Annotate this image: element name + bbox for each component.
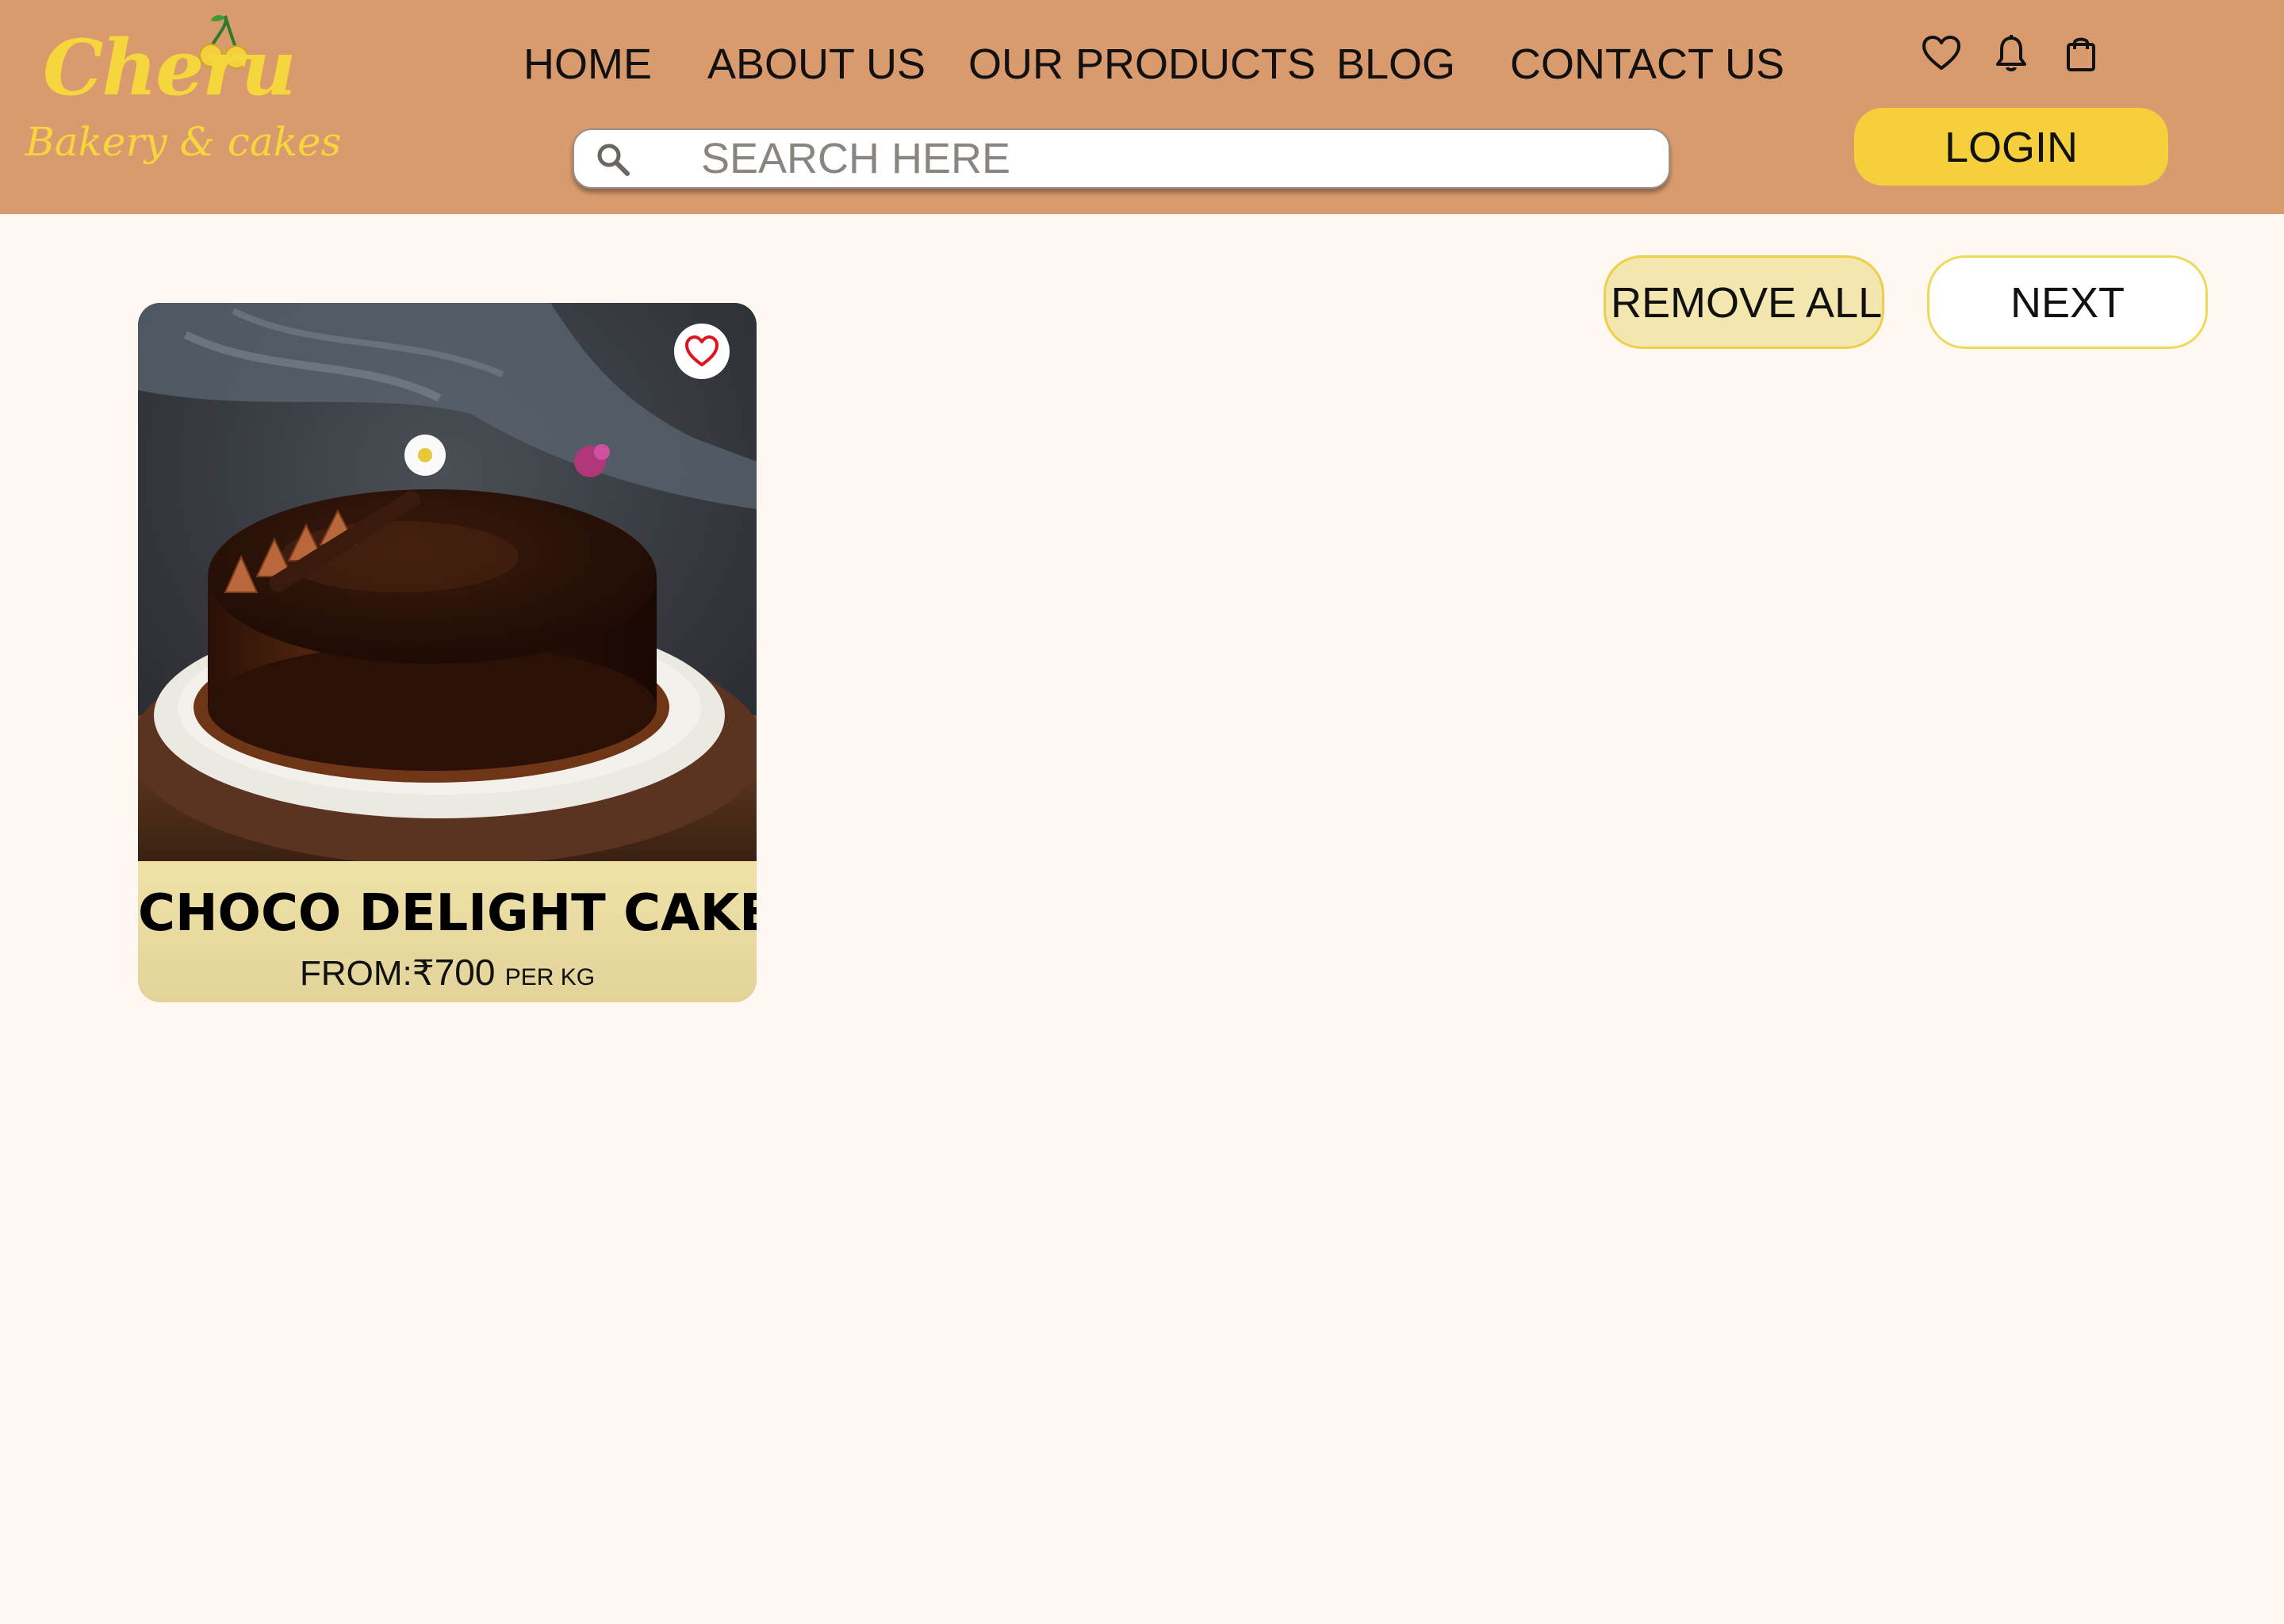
product-title: CHOCO DELIGHT CAKE bbox=[138, 884, 757, 943]
shopping-bag-icon[interactable] bbox=[2060, 33, 2102, 75]
nav-home[interactable]: HOME bbox=[523, 36, 652, 92]
search-input[interactable] bbox=[701, 135, 1637, 182]
product-info: CHOCO DELIGHT CAKE FROM:₹700 PER KG bbox=[138, 861, 757, 1002]
nav-our-products[interactable]: OUR PRODUCTS bbox=[968, 36, 1316, 92]
heart-filled-icon bbox=[685, 335, 719, 366]
product-image bbox=[138, 303, 757, 861]
product-price: FROM:₹700 PER KG bbox=[138, 950, 757, 1000]
price-amount: 700 bbox=[434, 952, 496, 993]
price-unit: PER KG bbox=[504, 964, 596, 990]
brand-name: Cheru bbox=[43, 23, 297, 113]
bell-icon[interactable] bbox=[1991, 33, 2032, 75]
heart-icon[interactable] bbox=[1921, 33, 1962, 75]
price-prefix: FROM: bbox=[299, 954, 412, 993]
product-card[interactable]: CHOCO DELIGHT CAKE FROM:₹700 PER KG bbox=[138, 303, 757, 1002]
nav-blog[interactable]: BLOG bbox=[1336, 36, 1455, 92]
brand-logo[interactable]: Cheru Bakery & cakes bbox=[21, 11, 341, 193]
nav-about-us[interactable]: ABOUT US bbox=[707, 36, 925, 92]
remove-all-button[interactable]: REMOVE ALL bbox=[1604, 255, 1884, 349]
login-button[interactable]: LOGIN bbox=[1854, 108, 2168, 186]
next-button[interactable]: NEXT bbox=[1927, 255, 2208, 349]
search-bar bbox=[573, 128, 1670, 189]
brand-tagline: Bakery & cakes bbox=[25, 119, 342, 165]
favorite-button[interactable] bbox=[674, 324, 730, 379]
nav-contact-us[interactable]: CONTACT US bbox=[1510, 36, 1784, 92]
search-icon[interactable] bbox=[595, 141, 631, 178]
site-header: Cheru Bakery & cakes HOME ABOUT US OUR P… bbox=[0, 0, 2284, 214]
currency-symbol: ₹ bbox=[412, 954, 435, 993]
